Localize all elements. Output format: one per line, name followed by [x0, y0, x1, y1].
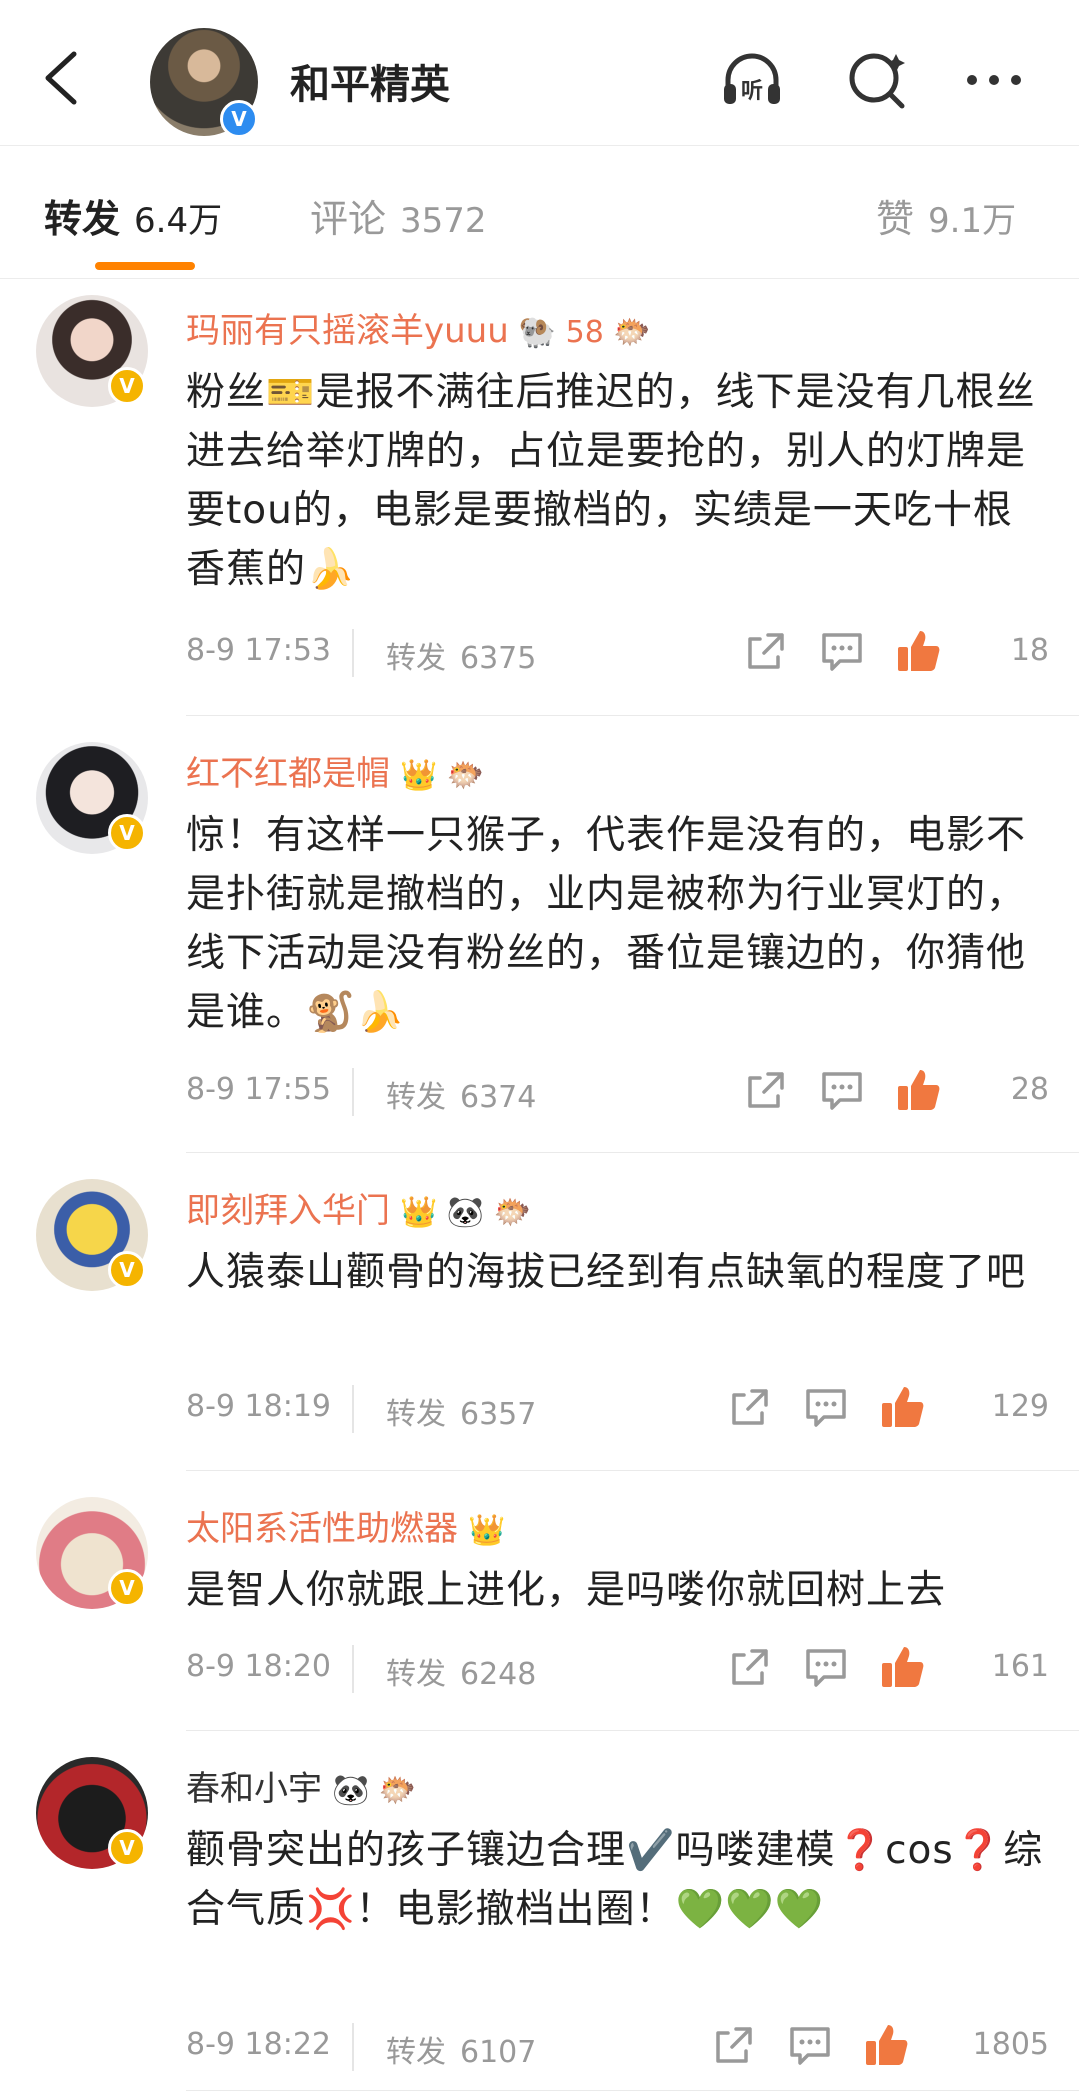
comment-meta: 8-9 18:19 转发 6357 129	[186, 1385, 1049, 1433]
divider	[352, 1645, 354, 1693]
commenter-name[interactable]: 即刻拜入华门 👑 🐼 🐡	[186, 1183, 531, 1232]
commenter-name-text: 太阳系活性助燃器	[186, 1509, 458, 1549]
tab-comments-label: 评论	[310, 197, 387, 241]
like-count: 161	[991, 1649, 1049, 1684]
tab-reposts-label: 转发	[44, 197, 121, 241]
tab-reposts-count: 6.4万	[134, 201, 223, 241]
list-item: V 即刻拜入华门 👑 🐼 🐡 人猿泰山颧骨的海拔已经到有点缺氧的程度了吧 8-9 …	[0, 1153, 1079, 1471]
commenter-name-text: 即刻拜入华门	[186, 1191, 390, 1231]
tab-comments[interactable]: 评论 3572	[310, 188, 487, 243]
share-icon[interactable]	[742, 627, 790, 675]
user-badges: 🐼 🐡	[332, 1773, 417, 1808]
comment-meta: 8-9 17:53 转发 6375 18	[186, 629, 1049, 677]
page-title: 和平精英	[290, 62, 450, 108]
top-bar: V 和平精英 听	[0, 0, 1079, 146]
comment-time: 8-9 17:53	[186, 633, 331, 668]
comment-time: 8-9 18:19	[186, 1389, 331, 1424]
repost-count[interactable]: 转发 6374	[386, 1072, 536, 1116]
tab-likes-count: 9.1万	[928, 201, 1017, 241]
comment-time: 8-9 17:55	[186, 1072, 331, 1107]
share-icon[interactable]	[726, 1643, 774, 1691]
comment-meta: 8-9 18:22 转发 6107 1805	[186, 2023, 1049, 2071]
comment-icon[interactable]	[802, 1643, 850, 1691]
verified-badge-icon: V	[108, 814, 146, 852]
list-item: V 春和小宇 🐼 🐡 颧骨突出的孩子镶边合理✔️吗喽建模❓cos❓综合气质💢！电影…	[0, 1731, 1079, 2091]
tab-likes-label: 赞	[876, 197, 915, 241]
commenter-name-text: 红不红都是帽	[186, 754, 390, 794]
verified-badge-icon: V	[108, 1829, 146, 1867]
repost-count[interactable]: 转发 6107	[386, 2027, 536, 2071]
more-options-icon[interactable]	[962, 48, 1026, 112]
commenter-name[interactable]: 太阳系活性助燃器 👑	[186, 1501, 505, 1550]
verified-badge-icon: V	[220, 100, 258, 138]
list-item: V 玛丽有只摇滚羊yuuu 🐏 58 🐡 粉丝🎫是报不满往后推迟的，线下是没有几根…	[0, 279, 1079, 716]
divider	[352, 1385, 354, 1433]
tab-bar: 转发 6.4万 评论 3572 赞 9.1万	[0, 146, 1079, 279]
tab-comments-count: 3572	[400, 201, 487, 241]
commenter-name[interactable]: 春和小宇 🐼 🐡	[186, 1761, 416, 1810]
share-icon[interactable]	[726, 1383, 774, 1431]
comment-icon[interactable]	[818, 1066, 866, 1114]
commenter-name[interactable]: 玛丽有只摇滚羊yuuu 🐏 58 🐡	[186, 303, 651, 352]
user-badges: 👑 🐡	[400, 758, 485, 793]
like-count: 28	[1010, 1072, 1049, 1107]
like-thumb-icon[interactable]	[878, 1643, 926, 1691]
listen-headphones-icon[interactable]: 听	[720, 48, 784, 112]
comment-text: 是智人你就跟上进化，是吗喽你就回树上去	[186, 1568, 947, 1613]
verified-badge-icon: V	[108, 1569, 146, 1607]
comment-icon[interactable]	[818, 627, 866, 675]
comment-meta: 8-9 18:20 转发 6248 161	[186, 1645, 1049, 1693]
share-icon[interactable]	[710, 2021, 758, 2069]
repost-count[interactable]: 转发 6357	[386, 1389, 536, 1433]
repost-count[interactable]: 转发 6248	[386, 1649, 536, 1693]
commenter-name[interactable]: 红不红都是帽 👑 🐡	[186, 746, 484, 795]
commenter-name-text: 春和小宇	[186, 1769, 322, 1809]
like-count: 1805	[972, 2027, 1049, 2062]
comment-icon[interactable]	[802, 1383, 850, 1431]
like-thumb-icon[interactable]	[894, 627, 942, 675]
comment-icon[interactable]	[786, 2021, 834, 2069]
tab-reposts[interactable]: 转发 6.4万	[44, 188, 222, 243]
repost-count[interactable]: 转发 6375	[386, 633, 536, 677]
comment-meta: 8-9 17:55 转发 6374 28	[186, 1068, 1049, 1116]
verified-badge-icon: V	[108, 367, 146, 405]
comment-time: 8-9 18:20	[186, 1649, 331, 1684]
comment-text: 颧骨突出的孩子镶边合理✔️吗喽建模❓cos❓综合气质💢！电影撤档出圈！💚💚💚	[186, 1828, 1044, 1932]
user-badges: 👑 🐼 🐡	[400, 1195, 532, 1230]
active-tab-indicator	[95, 262, 195, 270]
commenter-name-text: 玛丽有只摇滚羊yuuu	[186, 311, 509, 351]
divider	[352, 629, 354, 677]
comment-time: 8-9 18:22	[186, 2027, 331, 2062]
list-item: V 太阳系活性助燃器 👑 是智人你就跟上进化，是吗喽你就回树上去 8-9 18:2…	[0, 1471, 1079, 1731]
divider	[352, 1068, 354, 1116]
search-icon[interactable]	[846, 48, 910, 112]
back-arrow-icon[interactable]	[38, 48, 88, 108]
tab-likes[interactable]: 赞 9.1万	[876, 188, 1016, 243]
comment-text: 人猿泰山颧骨的海拔已经到有点缺氧的程度了吧	[186, 1250, 1027, 1295]
like-thumb-icon[interactable]	[862, 2021, 910, 2069]
user-badges: 🐏 58 🐡	[518, 315, 651, 350]
like-count: 18	[1010, 633, 1049, 668]
like-thumb-icon[interactable]	[878, 1383, 926, 1431]
svg-text:听: 听	[741, 79, 763, 104]
user-badges: 👑	[468, 1513, 506, 1548]
share-icon[interactable]	[742, 1066, 790, 1114]
comment-text: 惊！有这样一只猴子，代表作是没有的，电影不是扑街就是撤档的，业内是被称为行业冥灯…	[186, 813, 1027, 1035]
comment-text: 粉丝🎫是报不满往后推迟的，线下是没有几根丝进去给举灯牌的，占位是要抢的，别人的灯…	[186, 370, 1036, 592]
list-item: V 红不红都是帽 👑 🐡 惊！有这样一只猴子，代表作是没有的，电影不是扑街就是撤档…	[0, 716, 1079, 1153]
like-count: 129	[991, 1389, 1049, 1424]
verified-badge-icon: V	[108, 1251, 146, 1289]
like-thumb-icon[interactable]	[894, 1066, 942, 1114]
divider	[352, 2023, 354, 2071]
